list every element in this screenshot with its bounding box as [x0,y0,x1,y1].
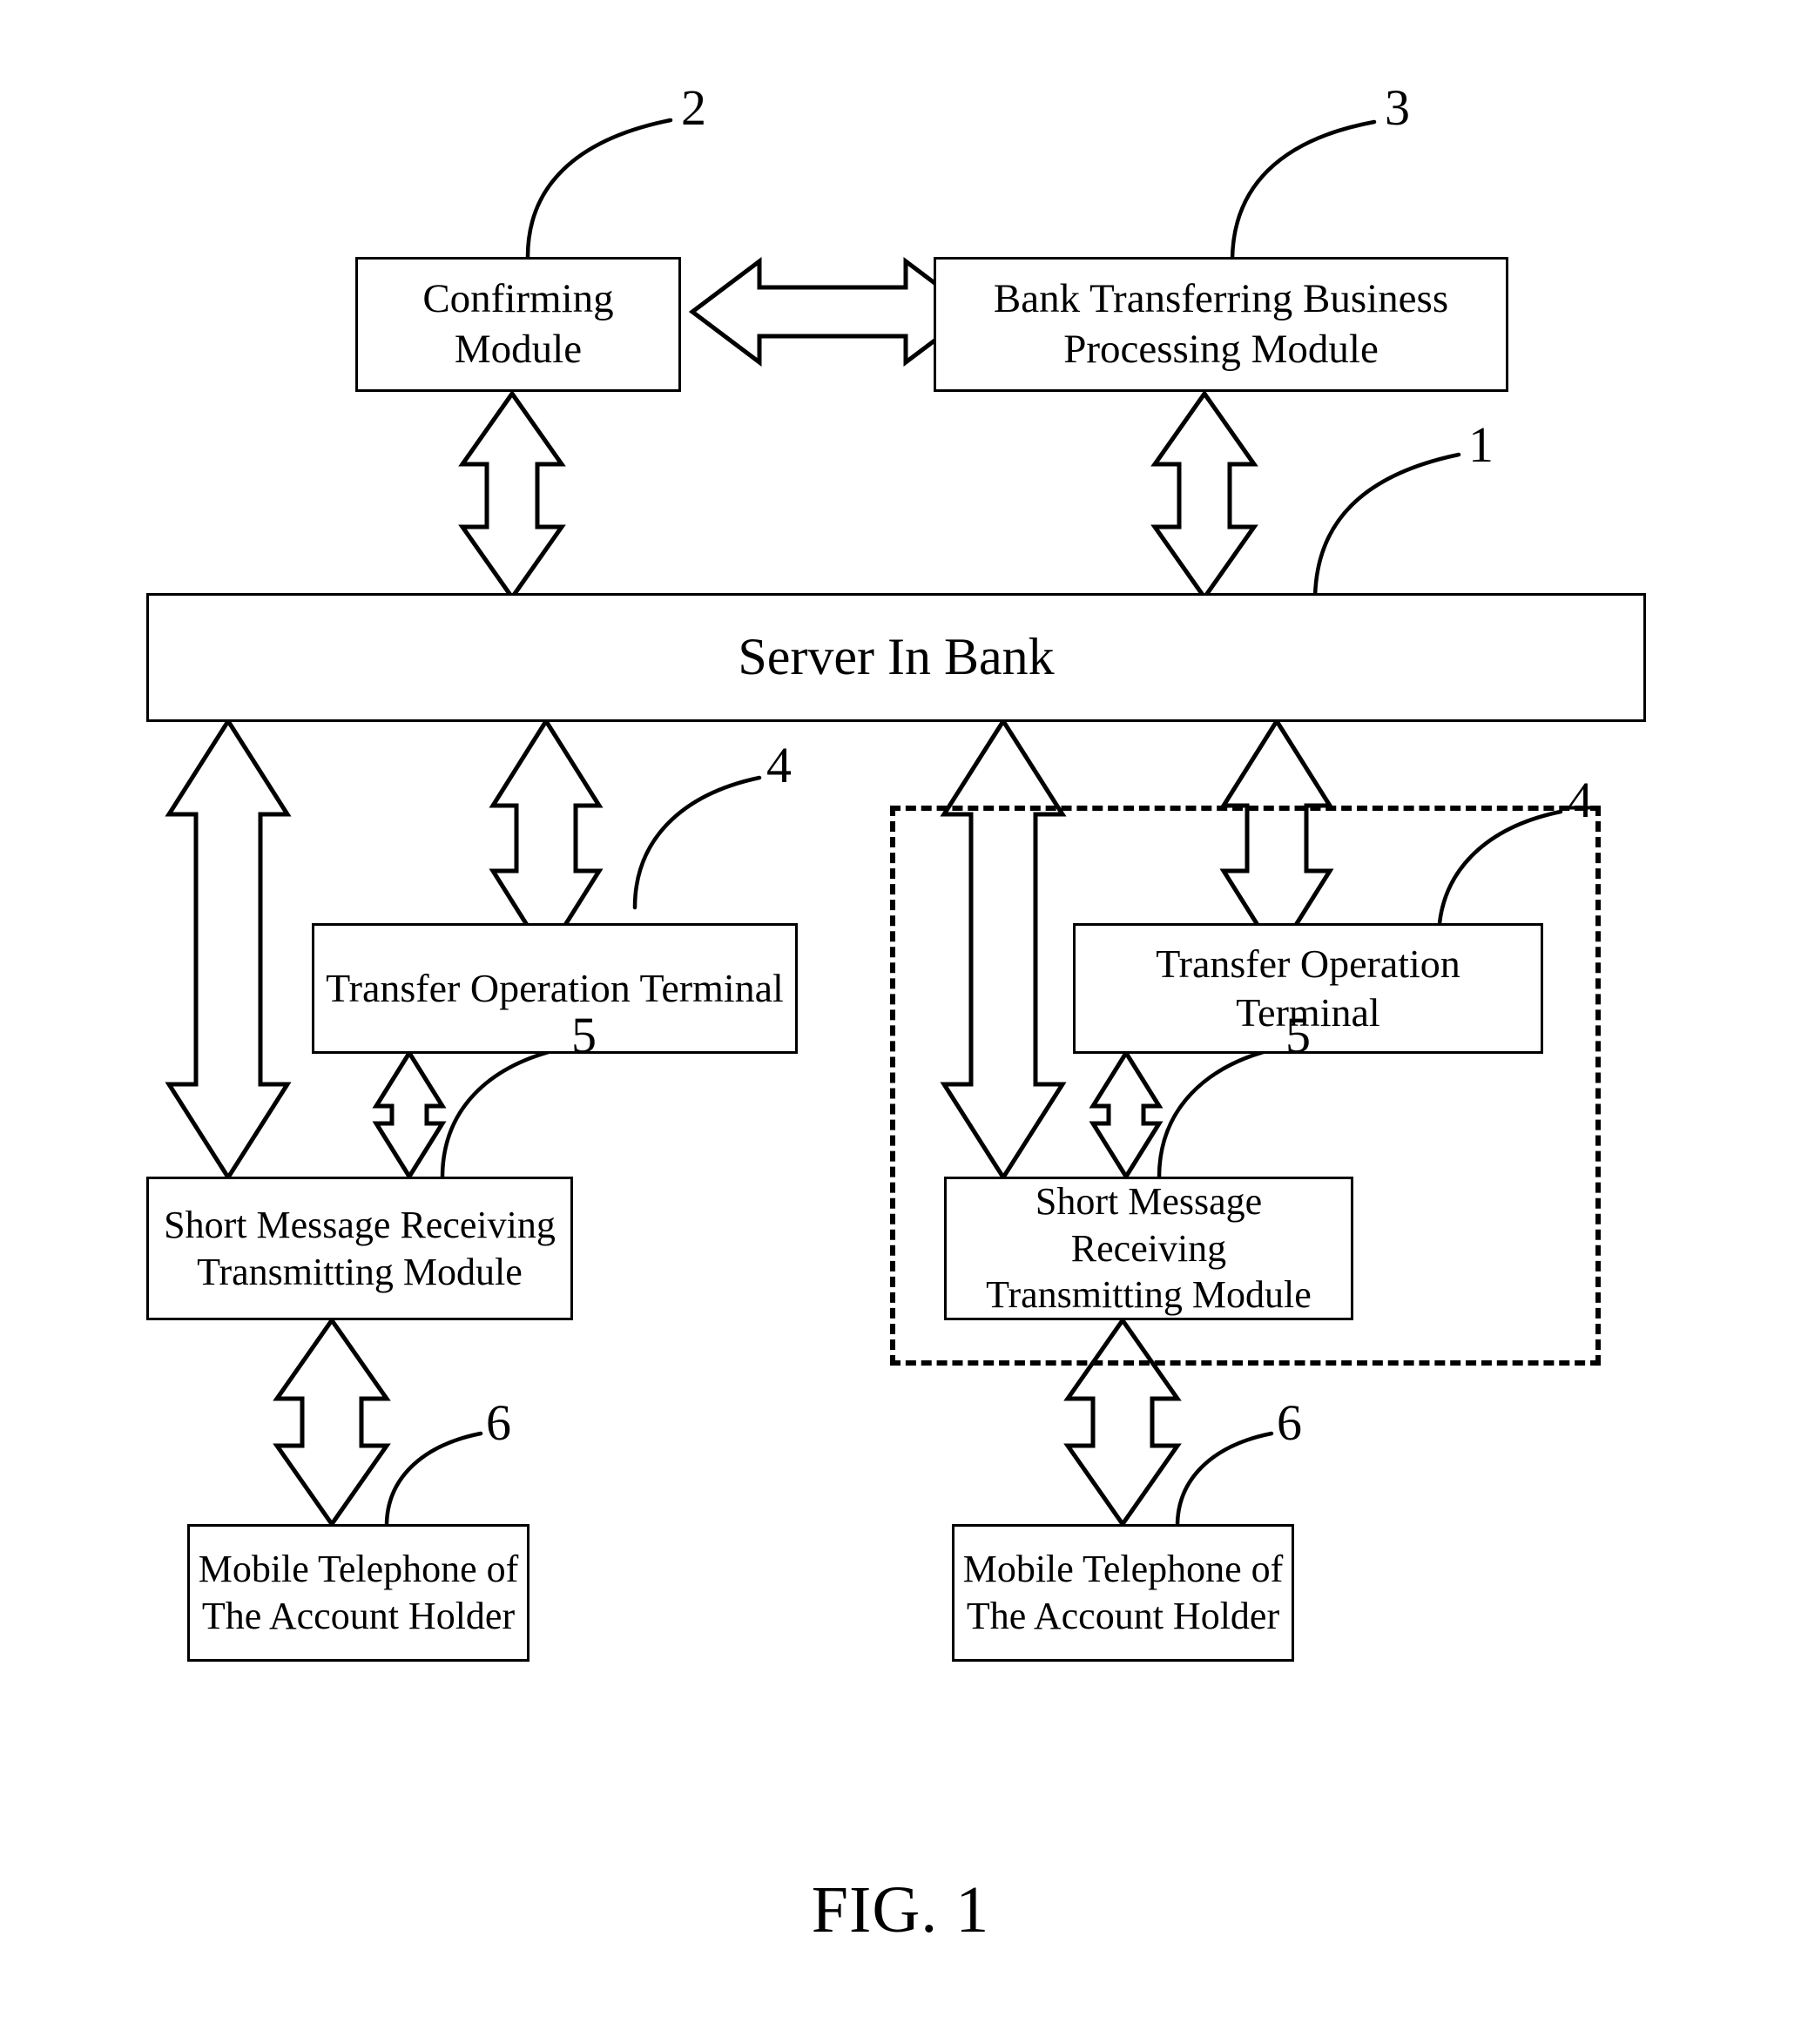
node-sms-module-right-label-line1: Short Message Receiving [1035,1180,1263,1270]
arrow-server-to-terminal-left [489,717,604,960]
node-mobile-phone-right-label-line2: The Account Holder [966,1595,1280,1637]
node-mobile-phone-right-label-line1: Mobile Telephone of [962,1548,1284,1591]
arrow-confirming-to-bank [688,256,977,368]
leader-line-1 [1312,452,1461,604]
node-transfer-operation-terminal-left-label: Transfer Operation Terminal [326,965,784,1010]
figure-caption: FIG. 1 [811,1873,990,1946]
leader-line-3 [1230,119,1377,264]
node-server-in-bank: Server In Bank [146,593,1646,722]
node-sms-module-left: Short Message Receiving Transmitting Mod… [146,1177,573,1320]
node-mobile-phone-right: Mobile Telephone of The Account Holder [952,1524,1294,1662]
node-mobile-phone-left-label-line2: The Account Holder [201,1595,516,1637]
reference-numeral-6-left: 6 [486,1394,511,1451]
reference-numeral-5-right: 5 [1285,1007,1311,1063]
leader-line-6-left [384,1431,483,1528]
leader-line-5-left [440,1045,569,1180]
arrow-server-to-sms-left [165,717,292,1182]
reference-numeral-1: 1 [1468,416,1494,473]
node-bank-processing-module: Bank Transferring Business Processing Mo… [934,257,1508,392]
leader-line-2 [525,118,673,260]
arrow-terminal-left-to-sms-left [372,1049,447,1181]
reference-numeral-5-left: 5 [571,1007,597,1063]
leader-line-4-left [632,775,762,910]
arrow-bank-to-server [1150,389,1258,602]
reference-numeral-4-right: 4 [1568,772,1593,828]
leader-line-6-right [1175,1431,1274,1528]
reference-numeral-4-left: 4 [766,737,792,793]
node-confirming-module: Confirming Module [355,257,681,392]
patent-figure: Confirming Module Bank Transferring Busi… [0,0,1801,2044]
node-transfer-operation-terminal-left: Transfer Operation Terminal [312,923,798,1054]
reference-numeral-2: 2 [681,79,706,136]
node-sms-module-right: Short Message Receiving Transmitting Mod… [944,1177,1353,1320]
node-bank-processing-module-label-line2: Processing Module [1063,326,1379,372]
node-confirming-module-label: Confirming Module [422,276,614,372]
node-server-in-bank-label: Server In Bank [738,628,1055,686]
node-sms-module-right-label-line2: Transmitting Module [986,1273,1312,1317]
arrow-confirming-to-server [458,389,566,602]
node-mobile-phone-left: Mobile Telephone of The Account Holder [187,1524,530,1662]
arrow-sms-left-to-phone-left [273,1316,391,1528]
node-bank-processing-module-label-line1: Bank Transferring Business [993,276,1449,322]
reference-numeral-3: 3 [1385,79,1410,136]
node-mobile-phone-left-label-line1: Mobile Telephone of [198,1548,519,1591]
node-sms-module-left-label-line1: Short Message Receiving [164,1203,556,1246]
reference-numeral-6-right: 6 [1277,1394,1302,1451]
node-sms-module-left-label-line2: Transmitting Module [197,1250,523,1293]
